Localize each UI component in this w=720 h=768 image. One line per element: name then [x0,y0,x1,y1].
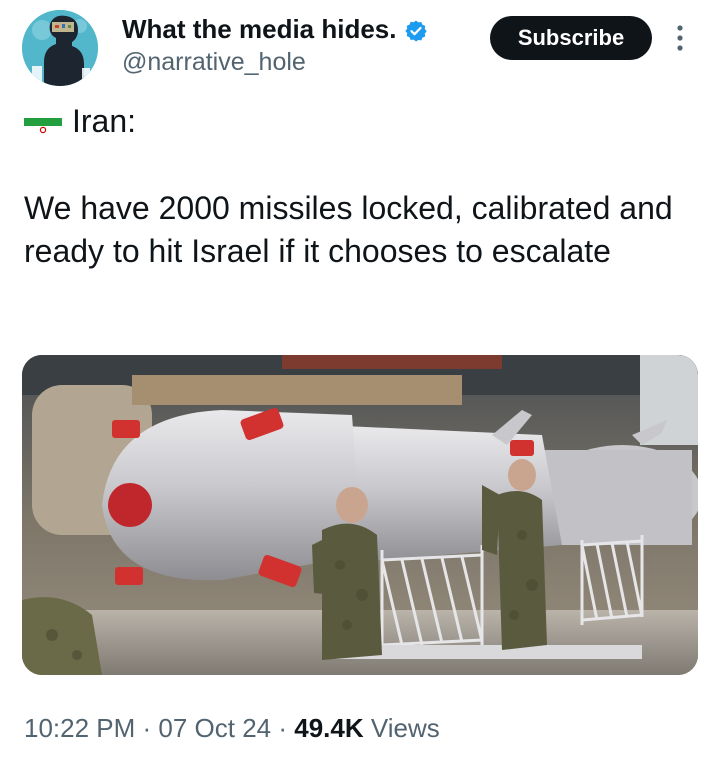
tweet-line1-text: Iran: [72,103,137,139]
tweet-header: What the media hides. @narrative_hole Su… [22,8,702,88]
tweet-meta: 10:22 PM · 07 Oct 24 · 49.4K Views [24,710,440,746]
author-names: What the media hides. @narrative_hole [122,12,428,78]
iran-flag-icon [24,110,62,134]
tweet-body: We have 2000 missiles locked, calibrated… [24,190,673,269]
more-vertical-icon[interactable] [672,22,688,54]
display-name-text[interactable]: What the media hides. [122,12,397,46]
verified-badge-icon [404,17,428,42]
author-avatar[interactable] [22,10,98,86]
tweet-text: Iran: We have 2000 missiles locked, cali… [24,100,684,273]
author-handle[interactable]: @narrative_hole [122,46,428,78]
meta-separator: · [135,713,159,743]
views-label: Views [363,713,440,743]
author-display-name[interactable]: What the media hides. [122,12,428,46]
meta-separator: · [271,713,295,743]
tweet-date[interactable]: 07 Oct 24 [158,713,271,743]
tweet-media-photo[interactable] [22,355,698,675]
tweet-time[interactable]: 10:22 PM [24,713,135,743]
tweet-first-line: Iran: [24,100,684,143]
avatar-illustration-icon [22,10,98,86]
photo-missiles-on-launchers-icon [22,355,698,675]
views-count[interactable]: 49.4K [294,713,363,743]
subscribe-button[interactable]: Subscribe [490,16,652,60]
